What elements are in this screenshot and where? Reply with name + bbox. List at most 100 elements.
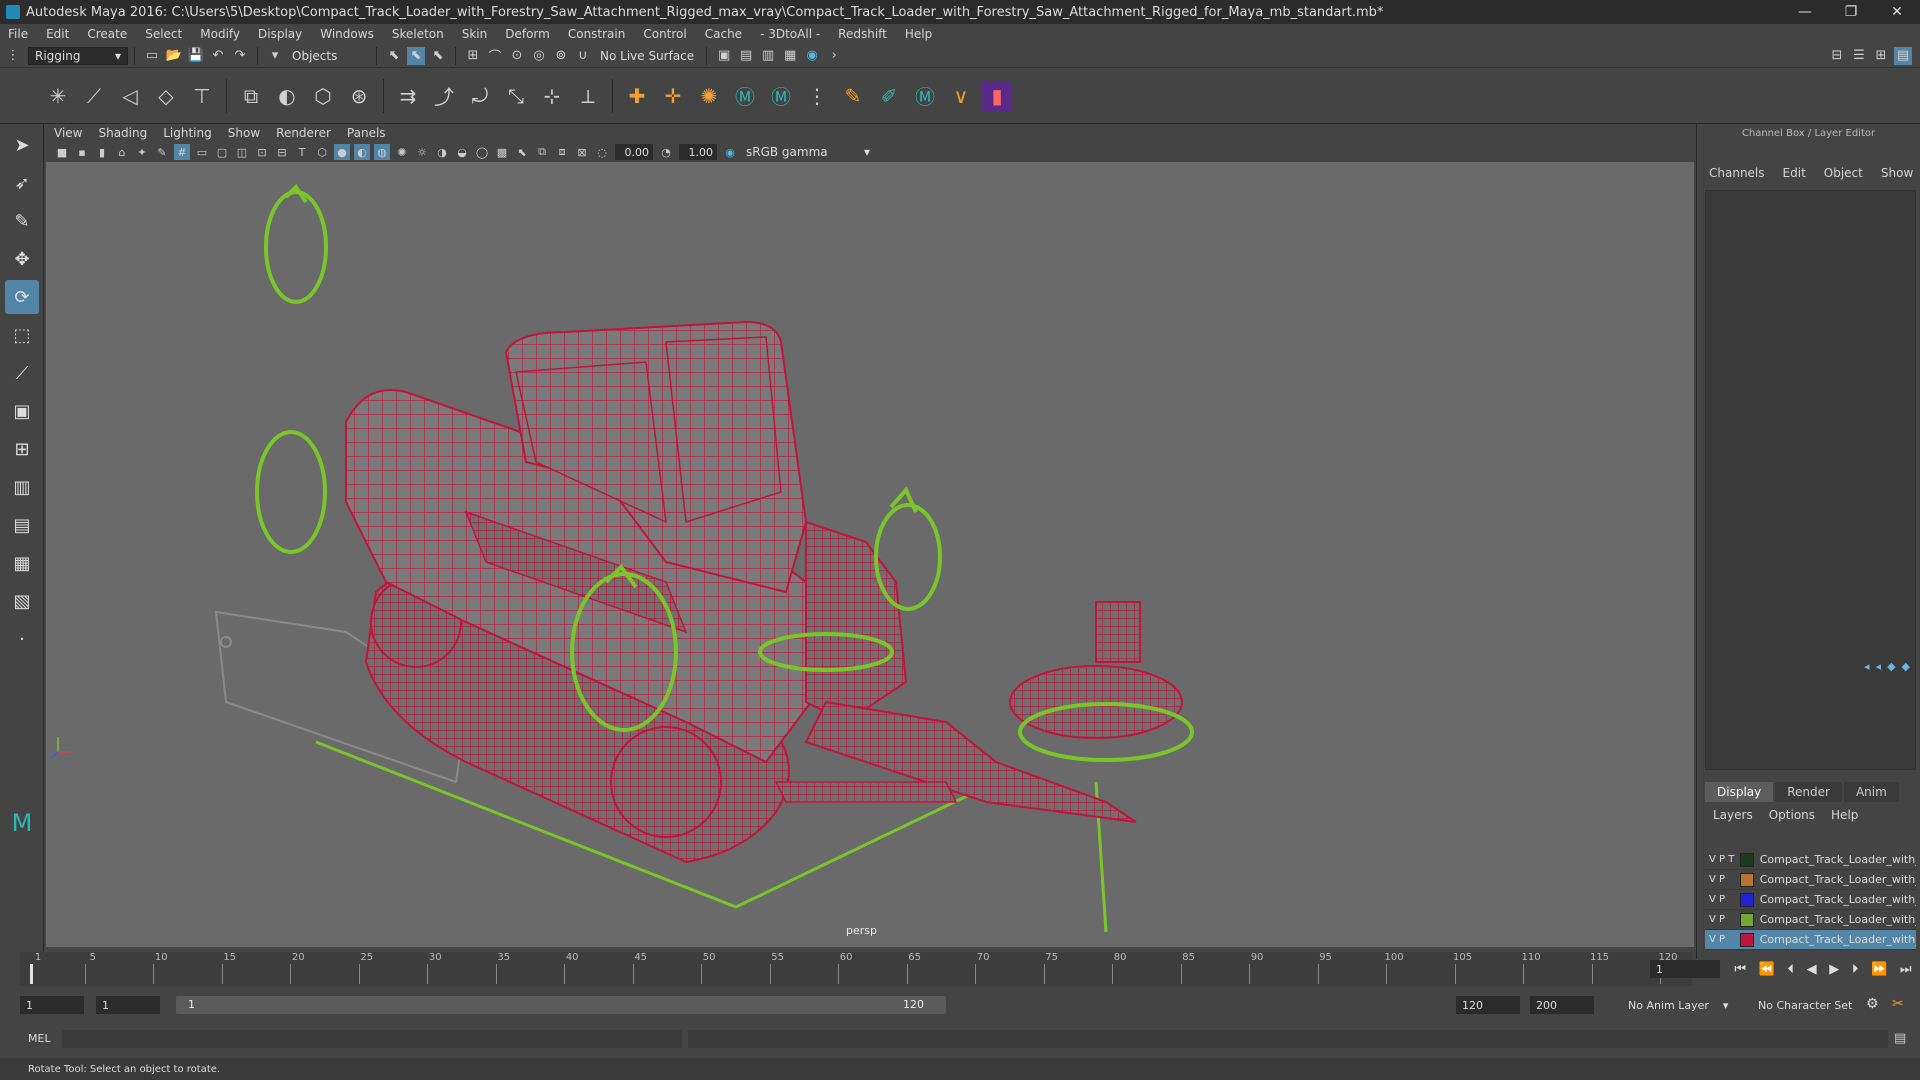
playback-end-field[interactable]: 120 xyxy=(1456,996,1520,1014)
undo-icon[interactable]: ↶ xyxy=(209,47,227,65)
select-object-icon[interactable]: ⬉ xyxy=(407,46,425,65)
layer-row[interactable]: V P Compact_Track_Loader_with_ xyxy=(1705,870,1916,890)
time-slider[interactable]: 1 5 10 15 20 25 30 35 40 45 50 55 60 65 70 75 80 85 90 95 10… xyxy=(20,952,1692,986)
move-layer-down-icon[interactable]: ◂ xyxy=(1876,660,1882,673)
animation-start-field[interactable]: 1 xyxy=(20,996,84,1014)
use-lights-icon[interactable]: ✺ xyxy=(394,144,410,160)
layout-extra-icon[interactable]: ▧ xyxy=(5,584,39,618)
rotate-tool-icon[interactable]: ⟳ xyxy=(5,280,39,314)
bind-skin-icon[interactable]: ⧉ xyxy=(236,81,266,111)
go-to-end-icon[interactable]: ⏭ xyxy=(1900,962,1912,977)
viewport-menu-panels[interactable]: Panels xyxy=(347,126,386,140)
pivot-icon[interactable]: ✛ xyxy=(658,81,688,111)
smooth-bind-icon[interactable]: ◐ xyxy=(272,81,302,111)
layer-flags[interactable]: V P xyxy=(1705,874,1740,885)
snap-view-icon[interactable]: ◎ xyxy=(530,47,548,65)
menu-file[interactable]: File xyxy=(8,27,28,41)
menu-select[interactable]: Select xyxy=(145,27,182,41)
command-input[interactable] xyxy=(62,1030,682,1048)
layer-color-swatch[interactable] xyxy=(1740,872,1754,887)
field-chart-icon[interactable]: ⊡ xyxy=(254,144,270,160)
color-space-dropdown[interactable]: sRGB gamma ▾ xyxy=(740,143,876,161)
menu-modify[interactable]: Modify xyxy=(200,27,240,41)
lasso-tool-icon[interactable]: ➶ xyxy=(5,166,39,200)
scale-tool-icon[interactable]: ⬚ xyxy=(5,318,39,352)
viewport-menu-view[interactable]: View xyxy=(54,126,82,140)
new-layer-icon[interactable]: ◆ xyxy=(1887,660,1895,673)
persp-outliner-icon[interactable]: ▥ xyxy=(5,470,39,504)
four-view-icon[interactable]: ⊞ xyxy=(5,432,39,466)
scale-constraint-icon[interactable]: ⤡ xyxy=(501,81,531,111)
viewport-persp[interactable]: persp xyxy=(46,162,1694,947)
snap-grid-icon[interactable]: ⊞ xyxy=(464,47,482,65)
depth-icon[interactable]: ▩ xyxy=(494,144,510,160)
snap-surface-icon[interactable]: ⊚ xyxy=(552,47,570,65)
select-hierarchy-icon[interactable]: ⬉ xyxy=(385,47,403,65)
persp-graph-icon[interactable]: ▤ xyxy=(5,508,39,542)
chevron-down-icon[interactable]: ▾ xyxy=(266,47,284,65)
open-scene-icon[interactable]: 📂 xyxy=(165,47,183,65)
pole-vector-icon[interactable]: ⟂ xyxy=(573,81,603,111)
auto-key-icon[interactable]: ✂ xyxy=(1892,996,1904,1012)
viewport-menu-renderer[interactable]: Renderer xyxy=(276,126,331,140)
paint-weights-icon[interactable]: ✎ xyxy=(838,81,868,111)
shadows-icon[interactable]: ☼ xyxy=(414,144,430,160)
layer-row[interactable]: V P Compact_Track_Loader_with_ xyxy=(1705,910,1916,930)
motion-blur-icon[interactable]: ◒ xyxy=(454,144,470,160)
layer-row[interactable]: V P T Compact_Track_Loader_with_ xyxy=(1705,850,1916,870)
redo-icon[interactable]: ↷ xyxy=(231,47,249,65)
layer-flags[interactable]: V P xyxy=(1705,914,1740,925)
maya-m3-icon[interactable]: Ⓜ xyxy=(910,81,940,111)
insert-joint-icon[interactable]: ◇ xyxy=(151,81,181,111)
exposure-field[interactable]: 0.00 xyxy=(615,144,653,160)
grid-dots-icon[interactable]: ⋮ xyxy=(802,81,832,111)
minimize-button[interactable]: — xyxy=(1782,0,1828,24)
hypershade-layout-icon[interactable]: ▦ xyxy=(5,546,39,580)
menu-deform[interactable]: Deform xyxy=(505,27,550,41)
gamma-field[interactable]: 1.00 xyxy=(679,144,717,160)
move-tool-icon[interactable]: ✥ xyxy=(5,242,39,276)
channel-list-area[interactable] xyxy=(1705,190,1916,770)
grease-pencil-icon[interactable]: ✎ xyxy=(154,144,170,160)
ao-icon[interactable]: ◑ xyxy=(434,144,450,160)
layer-menu-help[interactable]: Help xyxy=(1831,808,1858,822)
xray-joints-icon[interactable]: ⧈ xyxy=(554,144,570,160)
wire-on-shaded-icon[interactable]: ◐ xyxy=(354,144,370,160)
modeling-toolkit-icon[interactable]: ⊟ xyxy=(1828,47,1846,65)
menu-constrain[interactable]: Constrain xyxy=(568,27,626,41)
menuset-dropdown[interactable]: Rigging ▾ xyxy=(28,46,128,65)
aim-constraint-icon[interactable]: ⊹ xyxy=(537,81,567,111)
menu-display[interactable]: Display xyxy=(258,27,302,41)
select-tool-icon[interactable]: ➤ xyxy=(5,128,39,162)
render-view-icon[interactable]: ▣ xyxy=(715,47,733,65)
script-language-label[interactable]: MEL xyxy=(28,1032,51,1045)
move-layer-up-icon[interactable]: ◂ xyxy=(1864,660,1870,673)
render-frame-icon[interactable]: ▤ xyxy=(737,47,755,65)
playback-start-field[interactable]: 1 xyxy=(96,996,160,1014)
close-button[interactable]: ✕ xyxy=(1874,0,1920,24)
joint-tool-icon[interactable]: ✳ xyxy=(43,81,73,111)
ik-handle-icon[interactable]: ⟋ xyxy=(79,81,109,111)
layer-color-swatch[interactable] xyxy=(1740,932,1754,947)
menu-edit[interactable]: Edit xyxy=(46,27,69,41)
parent-constraint-icon[interactable]: ⇉ xyxy=(393,81,423,111)
menu-help[interactable]: Help xyxy=(905,27,932,41)
xray-active-icon[interactable]: ⊠ xyxy=(574,144,590,160)
camera-icon[interactable]: ■ xyxy=(54,144,70,160)
anim-layer-dropdown[interactable]: No Anim Layer ▾ xyxy=(1622,996,1734,1014)
channel-box-toggle-icon[interactable]: ▤ xyxy=(1894,46,1912,65)
tab-render[interactable]: Render xyxy=(1775,782,1842,802)
textured-icon[interactable]: ◍ xyxy=(374,144,390,160)
bookmark-icon[interactable]: ▮ xyxy=(94,144,110,160)
step-forward-icon[interactable]: ⏵ xyxy=(1852,962,1859,977)
menu-skin[interactable]: Skin xyxy=(462,27,488,41)
brush-icon[interactable]: ✐ xyxy=(874,81,904,111)
layer-menu-layers[interactable]: Layers xyxy=(1713,808,1753,822)
play-forward-icon[interactable]: ▶ xyxy=(1829,962,1839,977)
menu-windows[interactable]: Windows xyxy=(320,27,374,41)
tab-anim[interactable]: Anim xyxy=(1843,782,1899,802)
tab-display[interactable]: Display xyxy=(1705,782,1774,802)
layer-row[interactable]: V P Compact_Track_Loader_with_ xyxy=(1705,890,1916,910)
play-backward-icon[interactable]: ◀ xyxy=(1807,962,1817,977)
range-slider[interactable]: 1 120 xyxy=(176,996,946,1014)
